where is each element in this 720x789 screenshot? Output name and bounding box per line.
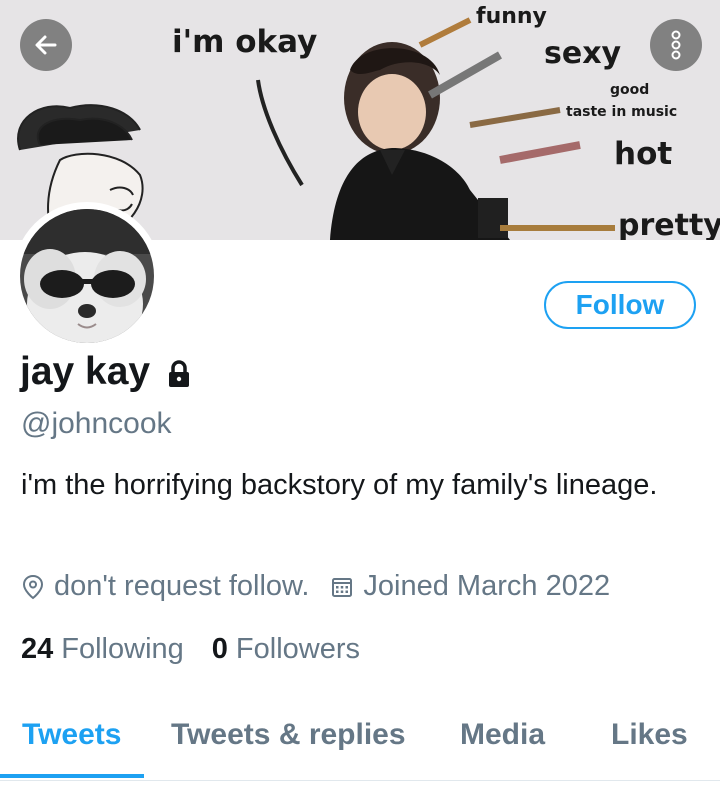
location-icon bbox=[22, 574, 44, 600]
avatar-image bbox=[20, 209, 154, 343]
banner-text-taste: taste in music bbox=[566, 104, 678, 120]
banner-text-funny: funny bbox=[476, 4, 547, 29]
tab-media[interactable]: Media bbox=[460, 718, 545, 752]
following-count: 24 bbox=[21, 633, 54, 665]
tab-tweets[interactable]: Tweets bbox=[22, 718, 121, 752]
avatar[interactable] bbox=[13, 202, 161, 350]
back-button[interactable] bbox=[20, 19, 72, 71]
profile-tabs: Tweets Tweets & replies Media Likes bbox=[0, 708, 720, 781]
profile-name: jay kay bbox=[20, 350, 151, 393]
followers-link[interactable]: 0 Followers bbox=[212, 633, 360, 666]
follow-button[interactable]: Follow bbox=[544, 281, 696, 329]
profile-location: don't request follow. bbox=[54, 570, 310, 602]
arrow-left-icon bbox=[35, 35, 57, 55]
profile-banner[interactable]: i'm okay funny sexy good taste in music … bbox=[0, 0, 720, 240]
banner-text-hot: hot bbox=[614, 136, 673, 172]
more-options-button[interactable] bbox=[650, 19, 702, 71]
profile-joined-date: Joined March 2022 bbox=[363, 570, 611, 602]
tab-likes[interactable]: Likes bbox=[611, 718, 688, 752]
profile-bio: i'm the horrifying backstory of my famil… bbox=[21, 469, 658, 501]
followers-count: 0 bbox=[211, 633, 228, 665]
lock-icon bbox=[169, 360, 190, 387]
profile-name-row: jay kay bbox=[20, 350, 194, 394]
profile-meta: don't request follow. Joined March 2022 bbox=[22, 570, 610, 603]
more-vertical-icon bbox=[671, 30, 681, 60]
banner-text-good: good bbox=[610, 82, 650, 98]
banner-text-pretty: pretty bbox=[618, 208, 720, 240]
calendar-icon bbox=[331, 576, 353, 598]
tab-tweets-replies[interactable]: Tweets & replies bbox=[171, 718, 406, 752]
follow-counts: 24 Following 0 Followers bbox=[21, 633, 388, 666]
following-label: Following bbox=[61, 633, 184, 665]
banner-text-okay: i'm okay bbox=[172, 24, 318, 60]
banner-text-sexy: sexy bbox=[544, 36, 622, 71]
profile-handle: @johncook bbox=[21, 407, 172, 440]
active-tab-indicator bbox=[0, 774, 144, 778]
following-link[interactable]: 24 Following bbox=[21, 633, 184, 666]
followers-label: Followers bbox=[235, 633, 360, 665]
